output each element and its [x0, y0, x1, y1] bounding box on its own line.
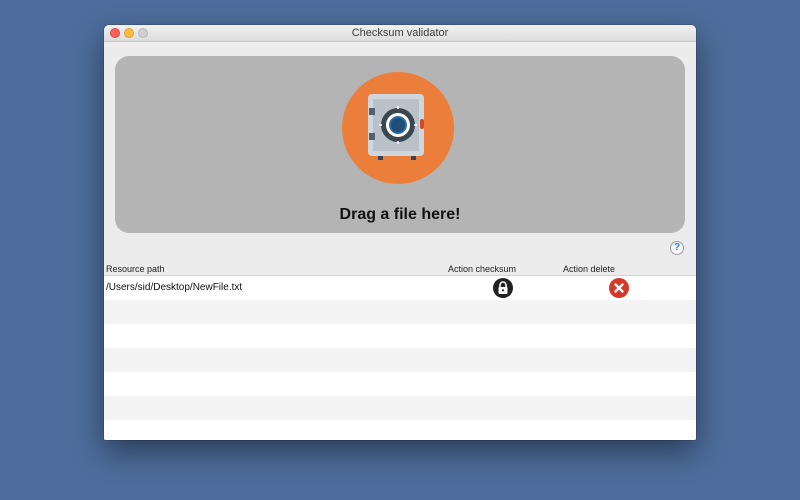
empty-table-row	[104, 372, 696, 396]
close-icon	[614, 283, 624, 293]
table-header: Resource path Action checksum Action del…	[104, 263, 696, 276]
column-header-action-checksum[interactable]: Action checksum	[448, 263, 516, 275]
file-drop-zone[interactable]: Drag a file here!	[115, 56, 685, 233]
app-window: Checksum validator Drag a file here! ? R…	[104, 25, 696, 440]
lock-icon	[498, 281, 508, 294]
checksum-button[interactable]	[493, 278, 513, 298]
help-button[interactable]: ?	[670, 241, 684, 255]
resource-path-cell: /Users/sid/Desktop/NewFile.txt	[106, 282, 243, 293]
empty-table-row	[104, 300, 696, 324]
table-rows: /Users/sid/Desktop/NewFile.txt	[104, 276, 696, 440]
safe-icon	[368, 94, 424, 160]
empty-table-row	[104, 324, 696, 348]
window-title: Checksum validator	[351, 27, 449, 39]
safe-icon-background	[342, 72, 454, 184]
drop-zone-label: Drag a file here!	[339, 206, 461, 223]
table-row[interactable]: /Users/sid/Desktop/NewFile.txt	[104, 276, 696, 300]
delete-button[interactable]	[609, 278, 629, 298]
column-header-resource-path[interactable]: Resource path	[106, 263, 165, 275]
title-bar[interactable]: Checksum validator	[104, 25, 696, 42]
empty-table-row	[104, 348, 696, 372]
column-header-action-delete[interactable]: Action delete	[563, 263, 615, 275]
empty-table-row	[104, 420, 696, 440]
empty-table-row	[104, 396, 696, 420]
resource-table: Resource path Action checksum Action del…	[104, 263, 696, 440]
